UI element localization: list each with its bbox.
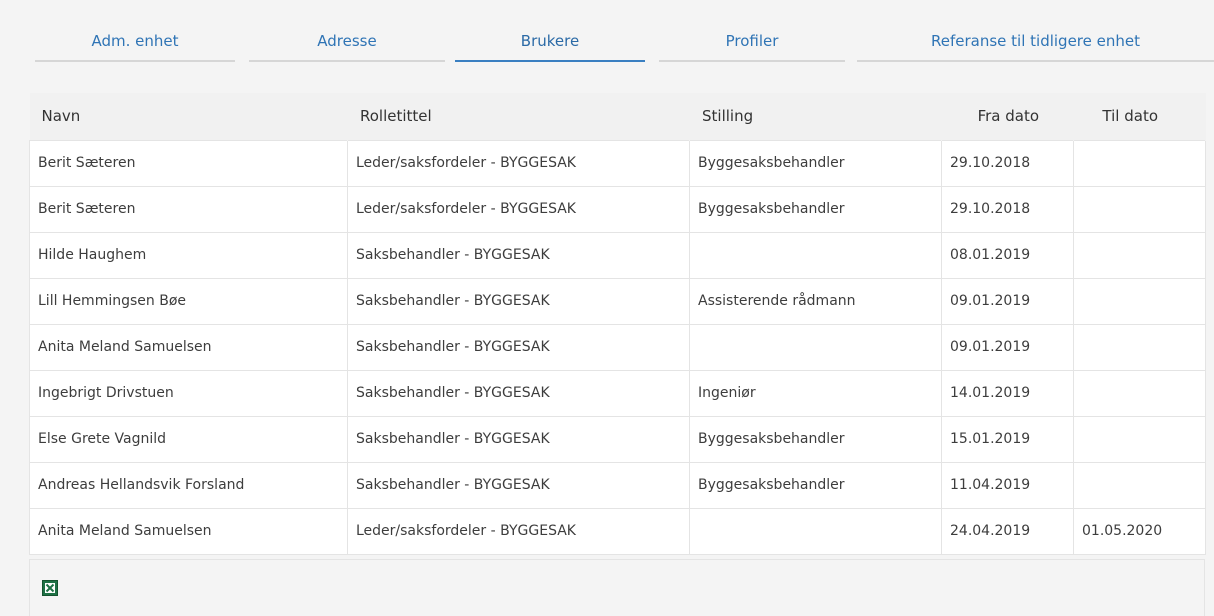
table-row[interactable]: Else Grete Vagnild Saksbehandler - BYGGE… bbox=[29, 415, 1206, 463]
cell-stilling: Byggesaksbehandler bbox=[689, 139, 942, 187]
table-row[interactable]: Hilde Haughem Saksbehandler - BYGGESAK 0… bbox=[29, 231, 1206, 279]
tab-adresse[interactable]: Adresse bbox=[249, 26, 445, 62]
cell-fra-dato: 09.01.2019 bbox=[941, 277, 1074, 325]
table-row[interactable]: Lill Hemmingsen Bøe Saksbehandler - BYGG… bbox=[29, 277, 1206, 325]
cell-rolletittel: Leder/saksfordeler - BYGGESAK bbox=[347, 185, 690, 233]
cell-stilling bbox=[689, 507, 942, 555]
column-header-stilling[interactable]: Stilling bbox=[689, 93, 942, 140]
table-row[interactable]: Andreas Hellandsvik Forsland Saksbehandl… bbox=[29, 461, 1206, 509]
column-header-til-dato[interactable]: Til dato bbox=[1073, 93, 1206, 140]
cell-til-dato bbox=[1073, 185, 1206, 233]
cell-rolletittel: Leder/saksfordeler - BYGGESAK bbox=[347, 139, 690, 187]
table-footer bbox=[29, 559, 1205, 616]
cell-stilling: Ingeniør bbox=[689, 369, 942, 417]
cell-fra-dato: 14.01.2019 bbox=[941, 369, 1074, 417]
cell-rolletittel: Saksbehandler - BYGGESAK bbox=[347, 231, 690, 279]
cell-rolletittel: Leder/saksfordeler - BYGGESAK bbox=[347, 507, 690, 555]
cell-til-dato bbox=[1073, 277, 1206, 325]
cell-rolletittel: Saksbehandler - BYGGESAK bbox=[347, 415, 690, 463]
cell-til-dato bbox=[1073, 461, 1206, 509]
column-header-rolletittel[interactable]: Rolletittel bbox=[347, 93, 690, 140]
cell-rolletittel: Saksbehandler - BYGGESAK bbox=[347, 323, 690, 371]
cell-navn: Berit Sæteren bbox=[29, 185, 348, 233]
cell-navn: Lill Hemmingsen Bøe bbox=[29, 277, 348, 325]
cell-rolletittel: Saksbehandler - BYGGESAK bbox=[347, 369, 690, 417]
cell-fra-dato: 09.01.2019 bbox=[941, 323, 1074, 371]
table-row[interactable]: Berit Sæteren Leder/saksfordeler - BYGGE… bbox=[29, 185, 1206, 233]
cell-rolletittel: Saksbehandler - BYGGESAK bbox=[347, 461, 690, 509]
table-row[interactable]: Berit Sæteren Leder/saksfordeler - BYGGE… bbox=[29, 139, 1206, 187]
cell-navn: Andreas Hellandsvik Forsland bbox=[29, 461, 348, 509]
cell-navn: Berit Sæteren bbox=[29, 139, 348, 187]
cell-stilling: Byggesaksbehandler bbox=[689, 415, 942, 463]
cell-stilling bbox=[689, 231, 942, 279]
cell-fra-dato: 15.01.2019 bbox=[941, 415, 1074, 463]
cell-til-dato bbox=[1073, 369, 1206, 417]
tab-referanse-til-tidligere-enhet[interactable]: Referanse til tidligere enhet bbox=[857, 26, 1214, 62]
column-header-fra-dato[interactable]: Fra dato bbox=[941, 93, 1074, 140]
table-row[interactable]: Anita Meland Samuelsen Leder/saksfordele… bbox=[29, 507, 1206, 555]
cell-stilling bbox=[689, 323, 942, 371]
cell-fra-dato: 29.10.2018 bbox=[941, 139, 1074, 187]
users-table: Navn Rolletittel Stilling Fra dato Til d… bbox=[29, 93, 1206, 555]
column-header-navn[interactable]: Navn bbox=[29, 93, 348, 140]
cell-navn: Hilde Haughem bbox=[29, 231, 348, 279]
cell-fra-dato: 29.10.2018 bbox=[941, 185, 1074, 233]
cell-til-dato bbox=[1073, 231, 1206, 279]
cell-til-dato: 01.05.2020 bbox=[1073, 507, 1206, 555]
table-row[interactable]: Ingebrigt Drivstuen Saksbehandler - BYGG… bbox=[29, 369, 1206, 417]
cell-navn: Anita Meland Samuelsen bbox=[29, 507, 348, 555]
cell-til-dato bbox=[1073, 323, 1206, 371]
cell-fra-dato: 24.04.2019 bbox=[941, 507, 1074, 555]
cell-navn: Anita Meland Samuelsen bbox=[29, 323, 348, 371]
table-header-row: Navn Rolletittel Stilling Fra dato Til d… bbox=[29, 93, 1206, 140]
cell-navn: Else Grete Vagnild bbox=[29, 415, 348, 463]
cell-stilling: Byggesaksbehandler bbox=[689, 461, 942, 509]
cell-stilling: Byggesaksbehandler bbox=[689, 185, 942, 233]
table-row[interactable]: Anita Meland Samuelsen Saksbehandler - B… bbox=[29, 323, 1206, 371]
excel-export-icon[interactable] bbox=[42, 580, 58, 596]
cell-navn: Ingebrigt Drivstuen bbox=[29, 369, 348, 417]
cell-til-dato bbox=[1073, 415, 1206, 463]
cell-fra-dato: 11.04.2019 bbox=[941, 461, 1074, 509]
cell-stilling: Assisterende rådmann bbox=[689, 277, 942, 325]
tab-brukere[interactable]: Brukere bbox=[455, 26, 645, 62]
tab-adm-enhet[interactable]: Adm. enhet bbox=[35, 26, 235, 62]
cell-rolletittel: Saksbehandler - BYGGESAK bbox=[347, 277, 690, 325]
users-panel: Adm. enhet Adresse Brukere Profiler Refe… bbox=[0, 0, 1214, 616]
cell-fra-dato: 08.01.2019 bbox=[941, 231, 1074, 279]
tab-profiler[interactable]: Profiler bbox=[659, 26, 845, 62]
cell-til-dato bbox=[1073, 139, 1206, 187]
